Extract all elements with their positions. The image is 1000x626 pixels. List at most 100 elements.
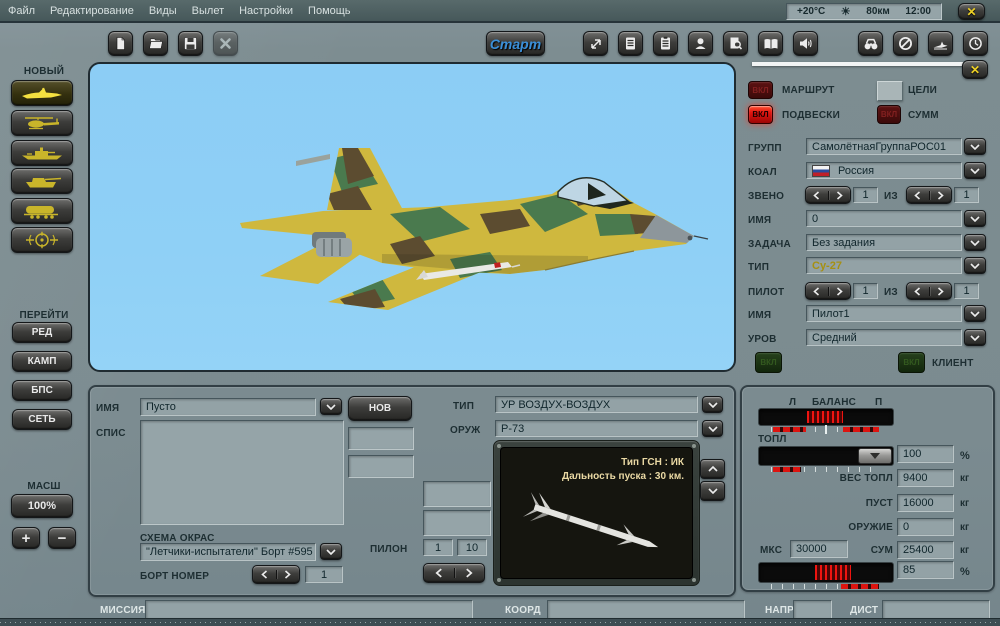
weapon-dropdown-button[interactable] xyxy=(702,420,723,437)
sound-button[interactable] xyxy=(793,31,818,56)
balance-slider[interactable] xyxy=(758,408,894,426)
goto-network-button[interactable]: СЕТЬ xyxy=(12,409,72,430)
pylon-stepper[interactable] xyxy=(423,563,485,583)
flight-total-prev-icon[interactable] xyxy=(907,191,930,200)
fuel-slider-handle[interactable] xyxy=(858,448,892,464)
pilot-total-stepper[interactable] xyxy=(906,282,952,300)
loadout-name-dropdown-button[interactable] xyxy=(320,398,342,415)
type-field[interactable]: Су-27 xyxy=(806,257,962,274)
scale-value-button[interactable]: 100% xyxy=(11,494,73,518)
group-dropdown-button[interactable] xyxy=(964,138,986,155)
flight-next-icon[interactable] xyxy=(829,191,851,200)
open-mission-button[interactable] xyxy=(143,31,168,56)
time-button[interactable] xyxy=(963,31,988,56)
goto-bps-button[interactable]: БПС xyxy=(12,380,72,401)
flight-prev-icon[interactable] xyxy=(806,191,829,200)
coalition-field[interactable]: Россия xyxy=(806,162,962,179)
pilot-stepper[interactable] xyxy=(805,282,851,300)
save-mission-button[interactable] xyxy=(178,31,203,56)
menu-settings[interactable]: Настройки xyxy=(239,5,293,17)
max-weight-field[interactable]: 30000 xyxy=(790,540,848,558)
type-dropdown-button[interactable] xyxy=(964,257,986,274)
route-toggle[interactable]: ВКЛ xyxy=(748,81,773,99)
total-weight-field[interactable]: 25400 xyxy=(897,541,954,559)
task-dropdown-button[interactable] xyxy=(964,234,986,251)
mission-field[interactable] xyxy=(145,600,473,619)
new-target-button[interactable] xyxy=(11,227,73,253)
client-toggle[interactable]: ВКЛ xyxy=(898,352,925,373)
menu-flight[interactable]: Вылет xyxy=(192,5,224,17)
zoom-out-button[interactable]: − xyxy=(48,527,76,549)
pylon-slot-field-1[interactable] xyxy=(423,481,491,507)
pilot-number-field[interactable]: 1 xyxy=(853,283,878,299)
onboard-toggle[interactable]: ВКЛ xyxy=(755,352,782,373)
fuel-slider[interactable] xyxy=(758,446,894,466)
encyclopedia-button[interactable] xyxy=(758,31,783,56)
weapon-scroll-down-button[interactable] xyxy=(700,481,725,501)
landing-button[interactable] xyxy=(928,31,953,56)
export-button[interactable] xyxy=(583,31,608,56)
new-airplane-button[interactable] xyxy=(11,80,73,106)
menu-edit[interactable]: Редактирование xyxy=(50,5,134,17)
group-field[interactable]: СамолётнаяГруппаРОС01 xyxy=(806,138,962,155)
start-button[interactable]: Старт xyxy=(486,31,545,56)
menu-views[interactable]: Виды xyxy=(149,5,177,17)
pylons-toggle[interactable]: ВКЛ xyxy=(748,105,773,124)
new-ship-button[interactable] xyxy=(11,140,73,166)
delete-button[interactable] xyxy=(213,31,238,56)
pylon-prev-icon[interactable] xyxy=(424,568,455,578)
unit-name-field[interactable]: 0 xyxy=(806,210,962,227)
pilot-total-field[interactable]: 1 xyxy=(954,283,979,299)
flight-total-field[interactable]: 1 xyxy=(954,187,979,203)
goto-campaign-button[interactable]: КАМП xyxy=(12,351,72,372)
paint-scheme-dropdown-button[interactable] xyxy=(320,543,342,560)
pilots-button[interactable] xyxy=(688,31,713,56)
zoom-in-button[interactable]: + xyxy=(12,527,40,549)
summ-toggle[interactable]: ВКЛ xyxy=(877,105,901,124)
new-train-button[interactable] xyxy=(11,198,73,224)
coalition-dropdown-button[interactable] xyxy=(964,162,986,179)
weapon-type-field[interactable]: УР ВОЗДУХ-ВОЗДУХ xyxy=(495,396,698,413)
flight-stepper[interactable] xyxy=(805,186,851,204)
weapon-type-dropdown-button[interactable] xyxy=(702,396,723,413)
load-percent-field[interactable]: 85 xyxy=(897,561,954,579)
menu-help[interactable]: Помощь xyxy=(308,5,351,17)
flight-total-stepper[interactable] xyxy=(906,186,952,204)
bearing-field[interactable] xyxy=(793,600,832,619)
pilot-name-dropdown-button[interactable] xyxy=(964,305,986,322)
weapon-scroll-up-button[interactable] xyxy=(700,459,725,479)
pilot-total-prev-icon[interactable] xyxy=(907,287,930,296)
pilot-total-next-icon[interactable] xyxy=(930,287,952,296)
new-vehicle-button[interactable] xyxy=(11,168,73,194)
pylon-current-field[interactable]: 1 xyxy=(423,539,453,556)
board-number-stepper[interactable] xyxy=(252,565,300,584)
briefing-button[interactable] xyxy=(618,31,643,56)
records-button[interactable] xyxy=(723,31,748,56)
unit-name-dropdown-button[interactable] xyxy=(964,210,986,227)
fuel-weight-field[interactable]: 9400 xyxy=(897,469,954,487)
level-dropdown-button[interactable] xyxy=(964,329,986,346)
restrictions-button[interactable] xyxy=(893,31,918,56)
new-mission-button[interactable] xyxy=(108,31,133,56)
loadout-slot-field-2[interactable] xyxy=(348,455,414,478)
load-slider[interactable] xyxy=(758,562,894,583)
weapon-field[interactable]: Р-73 xyxy=(495,420,698,437)
pilot-name-field[interactable]: Пилот1 xyxy=(806,305,962,322)
loadout-slot-field-1[interactable] xyxy=(348,427,414,450)
distance-field[interactable] xyxy=(882,600,990,619)
menu-file[interactable]: Файл xyxy=(8,5,35,17)
empty-weight-field[interactable]: 16000 xyxy=(897,494,954,512)
task-field[interactable]: Без задания xyxy=(806,234,962,251)
targets-toggle[interactable] xyxy=(877,81,903,101)
fuel-percent-field[interactable]: 100 xyxy=(897,445,954,463)
board-prev-icon[interactable] xyxy=(253,570,277,579)
coord-field[interactable] xyxy=(547,600,745,619)
new-helicopter-button[interactable] xyxy=(11,110,73,136)
board-next-icon[interactable] xyxy=(277,570,300,579)
panel-close-button[interactable]: ✕ xyxy=(962,60,988,79)
level-field[interactable]: Средний xyxy=(806,329,962,346)
pilot-prev-icon[interactable] xyxy=(806,287,829,296)
flight-total-next-icon[interactable] xyxy=(930,191,952,200)
pylon-slot-field-2[interactable] xyxy=(423,510,491,536)
pylon-total-field[interactable]: 10 xyxy=(457,539,487,556)
